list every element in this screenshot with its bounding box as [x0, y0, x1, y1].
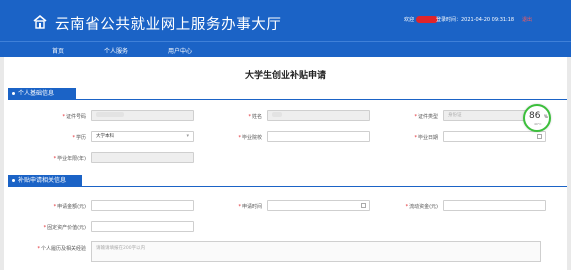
- nav-item-user-center[interactable]: 用户中心: [168, 46, 192, 55]
- name-label: *姓名: [248, 114, 262, 120]
- apply-time-label: *申请时间: [238, 204, 262, 210]
- site-title: 云南省公共就业网上服务办事大厅: [55, 17, 282, 33]
- home-logo-icon[interactable]: [32, 14, 48, 30]
- section-divider: [8, 99, 567, 100]
- form-panel: 大学生创业补贴申请 个人基础信息 *证件号码 *姓名 *证件类型 身份证 *学历…: [4, 57, 567, 270]
- badge-unit: %: [544, 114, 548, 119]
- section-title: 个人基础信息: [18, 90, 55, 97]
- apply-time-input[interactable]: [267, 200, 370, 211]
- grad-date-label: *毕业日期: [414, 135, 438, 141]
- badge-sub: 40°C: [534, 122, 542, 126]
- bullet-icon: [12, 179, 15, 182]
- calendar-icon[interactable]: [361, 203, 366, 208]
- nav-item-home[interactable]: 首页: [52, 46, 64, 55]
- resume-textarea[interactable]: 请输请填报在200字以内: [91, 241, 541, 262]
- redacted-value: [272, 112, 282, 117]
- amount-label: *申请金额(元): [53, 204, 86, 210]
- grad-years-label: *毕业年限(年): [53, 156, 86, 162]
- user-prefix: 欢迎: [404, 17, 415, 23]
- progress-badge: 86 % 40°C: [523, 104, 551, 132]
- fixed-assets-label: *固定资产价值(元): [43, 225, 86, 231]
- education-value: 大学本科: [96, 134, 114, 139]
- page-title: 大学生创业补贴申请: [244, 71, 326, 81]
- id-number-field[interactable]: [91, 110, 194, 121]
- top-header: 云南省公共就业网上服务办事大厅 欢迎 登录时间：2021-04-20 09:31…: [0, 0, 571, 41]
- name-field[interactable]: [267, 110, 370, 121]
- username-redacted: [416, 16, 439, 23]
- nav-item-personal-service[interactable]: 个人服务: [104, 46, 128, 55]
- badge-value: 86: [529, 111, 541, 121]
- login-time: 登录时间：2021-04-20 09:31:18: [436, 17, 515, 23]
- grad-years-field[interactable]: [91, 152, 194, 163]
- grad-date-input[interactable]: [443, 131, 546, 142]
- main-nav: 首页 个人服务 用户中心: [0, 41, 571, 57]
- education-select[interactable]: 大学本科 ▾: [91, 131, 194, 142]
- id-number-label: *证件号码: [62, 114, 86, 120]
- resume-label: *个人履历及相关经验: [37, 246, 86, 252]
- amount-input[interactable]: [91, 200, 194, 211]
- school-label: *毕业院校: [238, 135, 262, 141]
- education-label: *学历: [72, 135, 86, 141]
- chevron-down-icon: ▾: [186, 133, 189, 139]
- section-divider: [8, 186, 567, 187]
- id-type-label: *证件类型: [414, 114, 438, 120]
- bullet-icon: [12, 92, 15, 95]
- logout-link[interactable]: 退出: [522, 16, 532, 23]
- fixed-assets-input[interactable]: [91, 221, 194, 232]
- working-capital-label: *流动资金(元): [405, 204, 438, 210]
- redacted-value: [96, 112, 124, 117]
- working-capital-input[interactable]: [443, 200, 546, 211]
- section-title: 补贴申请相关信息: [18, 177, 67, 184]
- school-input[interactable]: [267, 131, 370, 142]
- calendar-icon[interactable]: [537, 134, 542, 139]
